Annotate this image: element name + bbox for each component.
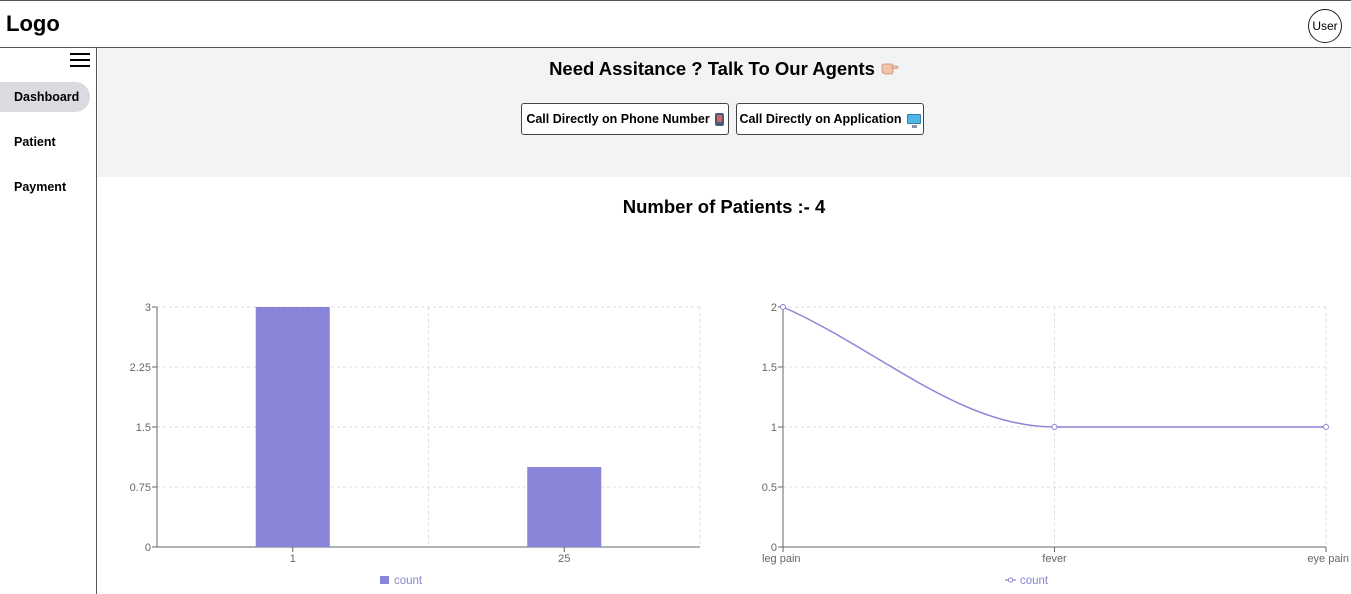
chart2-ytick-label: 1.5 bbox=[762, 362, 777, 374]
chart2-legend-label: count bbox=[1020, 575, 1049, 587]
chart2-xtick-label: leg pain bbox=[762, 553, 801, 565]
chart2-point bbox=[1051, 424, 1058, 430]
charts-canvas: 00.751.52.2531 25count00.511.52leg pain fe… bbox=[130, 302, 1349, 587]
chart1-legend-label: count bbox=[394, 575, 423, 587]
chart2-legend-marker bbox=[1007, 577, 1014, 583]
chart1-ytick-label: 3 bbox=[145, 302, 151, 314]
chart1-bar bbox=[255, 307, 330, 547]
chart1-ytick-label: 1.5 bbox=[136, 422, 151, 434]
chart1-xtick-label: 25 bbox=[558, 553, 570, 565]
chart1-legend-swatch bbox=[380, 576, 389, 584]
chart2-ytick-label: 0.5 bbox=[762, 482, 777, 494]
chart2-ytick-label: 1 bbox=[771, 422, 777, 434]
chart1-bar bbox=[527, 467, 602, 547]
chart2-xtick-label: fever bbox=[1042, 553, 1067, 565]
chart1-xtick-label: 1 bbox=[290, 553, 296, 565]
chart2-point bbox=[1323, 424, 1329, 430]
app-root: Logo User Dashboard Patient Payment Need… bbox=[0, 0, 1351, 594]
chart2-ytick-label: 2 bbox=[771, 302, 777, 314]
chart1-ytick-label: 2.25 bbox=[130, 362, 151, 374]
chart2-point bbox=[780, 304, 786, 310]
chart2-xtick-label: eye pain bbox=[1307, 553, 1349, 565]
chart1-ytick-label: 0.75 bbox=[130, 482, 151, 494]
chart1-ytick-label: 0 bbox=[145, 542, 151, 554]
